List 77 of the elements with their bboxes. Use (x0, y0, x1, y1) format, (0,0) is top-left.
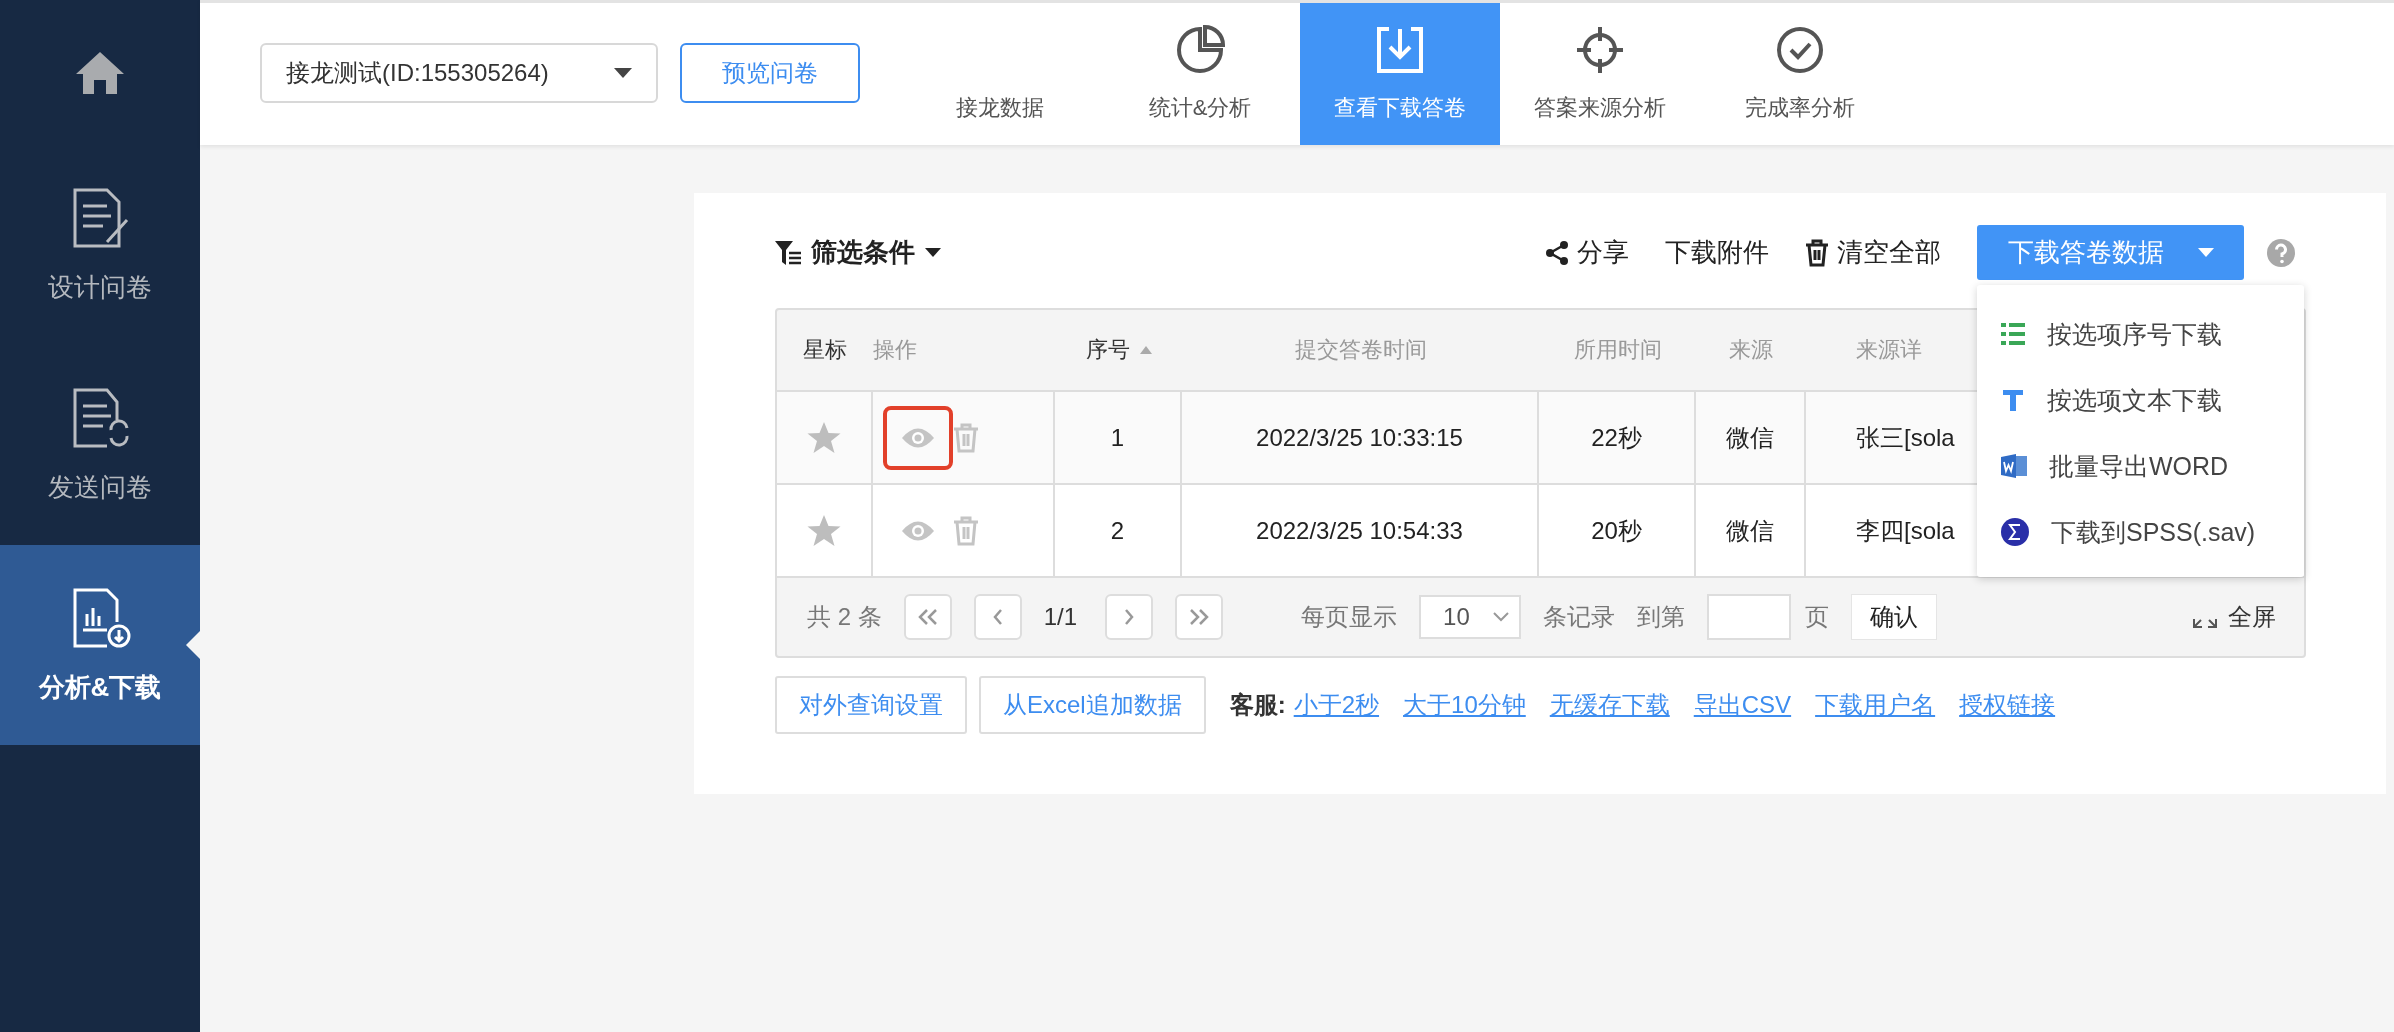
records-label: 条记录 (1543, 602, 1616, 632)
column-header: 提交答卷时间 (1294, 336, 1427, 364)
chevron-left-icon (991, 609, 1004, 625)
share-link[interactable]: 分享 (1545, 235, 1629, 270)
menu-item[interactable]: 按选项文本下载 (1977, 367, 2304, 433)
double-chevron-right-icon (1188, 609, 1211, 625)
help-icon[interactable] (2266, 237, 2296, 268)
trash-icon[interactable] (953, 422, 979, 453)
caret-icon (614, 68, 632, 78)
star-icon[interactable] (807, 514, 841, 547)
menu-item[interactable]: 下载到SPSS(.sav) (1977, 499, 2304, 565)
column-header: 来源详 (1856, 336, 1922, 364)
column-header: 星标 (803, 336, 847, 364)
column-header: 操作 (873, 336, 917, 364)
chevron-down-icon (1493, 612, 1510, 622)
check-circle-icon (1775, 25, 1825, 75)
chevron-right-icon (1123, 609, 1136, 625)
column-header: 来源 (1729, 336, 1773, 364)
per-page-label: 每页显示 (1301, 602, 1398, 632)
tab[interactable]: 统计&分析 (1100, 3, 1300, 145)
last-page-button[interactable] (1175, 594, 1224, 640)
next-page-button[interactable] (1105, 594, 1154, 640)
menu-item[interactable]: 批量导出WORD (1977, 433, 2304, 499)
menu-item[interactable]: 按选项序号下载 (1977, 301, 2304, 367)
table-cell: 22秒 (1539, 392, 1696, 483)
previous-page-button[interactable] (973, 594, 1022, 640)
clear-all-link[interactable]: 清空全部 (1805, 235, 1941, 270)
page-indicator: 1/1 (1043, 603, 1078, 631)
table-cell: 微信 (1696, 485, 1806, 576)
download-attachments-link[interactable]: 下载附件 (1665, 235, 1769, 270)
tab[interactable]: 答案来源分析 (1500, 3, 1700, 145)
trash-icon[interactable] (953, 515, 979, 546)
caret-icon (2197, 248, 2214, 257)
column-header: 序号 (1085, 336, 1130, 364)
table-cell: 20秒 (1539, 485, 1696, 576)
star-icon[interactable] (807, 421, 841, 454)
pie-chart-icon (1175, 25, 1225, 75)
download-icon (1375, 25, 1425, 75)
table-cell: 微信 (1696, 392, 1806, 483)
filter-icon (775, 240, 801, 265)
per-page-select[interactable]: 10 (1419, 595, 1522, 639)
caret-icon (925, 248, 941, 257)
table-cell: 2022/3/25 10:33:15 (1182, 392, 1539, 483)
survey-select[interactable]: 接龙测试(ID:155305264) (260, 43, 658, 103)
fullscreen-label[interactable]: 全屏 (2228, 601, 2276, 633)
confirm-button[interactable]: 确认 (1851, 594, 1938, 640)
crosshair-icon (1575, 25, 1625, 75)
selection-pointer (186, 631, 200, 659)
list-icon (2001, 323, 2025, 345)
share-icon (1545, 240, 1569, 265)
table-cell: 2022/3/25 10:54:33 (1182, 485, 1539, 576)
text-icon (2001, 388, 2025, 412)
table-cell-text: 李四[sola (1855, 515, 1956, 546)
trash-icon (1805, 238, 1829, 267)
column-header: 所用时间 (1573, 336, 1662, 364)
double-chevron-left-icon (916, 609, 939, 625)
sidebar-item[interactable]: 设计问卷 (0, 145, 200, 345)
filter-dropdown[interactable]: 筛选条件 (775, 235, 941, 270)
tab[interactable]: 完成率分析 (1700, 3, 1900, 145)
table-cell: 1 (1055, 392, 1182, 483)
sort-ascending-icon[interactable] (1139, 346, 1152, 354)
table-cell: 2 (1055, 485, 1182, 576)
sigma-icon (2001, 518, 2029, 546)
first-page-button[interactable] (903, 594, 952, 640)
goto-label: 到第 (1637, 602, 1686, 632)
table-cell-text: 张三[sola (1855, 422, 1956, 453)
page-unit: 页 (1805, 602, 1830, 632)
home-icon[interactable] (74, 49, 126, 96)
sidebar-item[interactable]: 分析&下载 (0, 545, 200, 745)
total-count: 共 2 条 (807, 602, 882, 632)
view-icon[interactable] (901, 519, 935, 542)
document-icon (2001, 453, 2027, 479)
sidebar-item[interactable]: 发送问卷 (0, 345, 200, 545)
view-icon[interactable] (901, 426, 935, 449)
page-input[interactable] (1707, 594, 1792, 640)
service-label: 客服: (1229, 690, 1286, 720)
tab[interactable]: 接龙数据 (900, 3, 1100, 145)
